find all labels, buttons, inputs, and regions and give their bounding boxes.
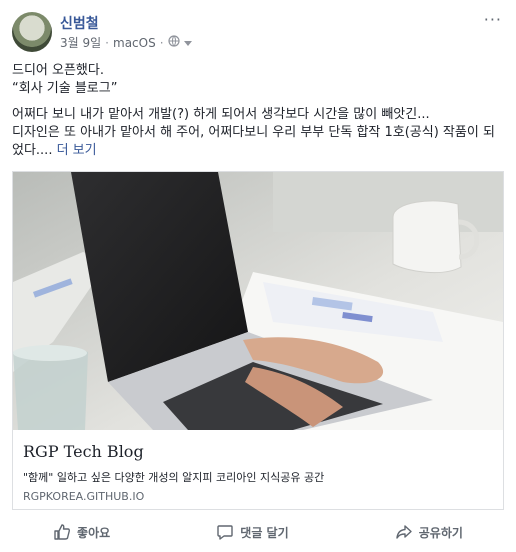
meta-separator: · xyxy=(105,35,109,50)
share-button[interactable]: 공유하기 xyxy=(395,523,463,541)
comment-button[interactable]: 댓글 달기 xyxy=(216,523,289,541)
see-more-link[interactable]: 더 보기 xyxy=(57,143,97,158)
like-label: 좋아요 xyxy=(77,525,111,540)
like-button[interactable]: 좋아요 xyxy=(53,523,110,541)
post-meta: 3월 9일 · macOS · xyxy=(60,34,192,51)
post-via[interactable]: macOS xyxy=(113,36,156,50)
link-description: "함께" 일하고 싶은 다양한 개성의 알지피 코리아인 지식공유 공간 xyxy=(23,471,325,484)
post-line-2: “회사 기술 블로그” xyxy=(12,81,118,96)
post-line-4: 디자인은 또 아내가 맡아서 해 주어, 어쩌다보니 우리 부부 단독 합작 1… xyxy=(12,125,495,140)
share-icon xyxy=(395,523,413,541)
link-preview[interactable]: RGP Tech Blog "함께" 일하고 싶은 다양한 개성의 알지피 코리… xyxy=(12,171,504,510)
more-options-icon[interactable]: ··· xyxy=(484,10,502,29)
link-title[interactable]: RGP Tech Blog xyxy=(23,442,144,461)
post-line-3: 어쩌다 보니 내가 맡아서 개발(?) 하게 되어서 생각보다 시간을 많이 빼… xyxy=(12,107,430,122)
comment-label: 댓글 달기 xyxy=(240,525,289,540)
comment-icon xyxy=(216,523,234,541)
author-name[interactable]: 신범철 xyxy=(60,13,99,33)
post-actions: 좋아요 댓글 달기 공유하기 xyxy=(0,514,516,550)
privacy-chevron-down-icon[interactable] xyxy=(183,36,192,50)
globe-icon[interactable] xyxy=(167,35,180,50)
post-line-1: 드디어 오픈했다. xyxy=(12,63,104,78)
avatar[interactable] xyxy=(12,12,52,52)
post-line-5: 었다.... 더 보기 xyxy=(12,142,502,160)
meta-separator-2: · xyxy=(159,35,164,50)
thumbs-up-icon xyxy=(53,523,71,541)
post-date[interactable]: 3월 9일 xyxy=(60,34,101,51)
link-preview-info[interactable]: RGP Tech Blog "함께" 일하고 싶은 다양한 개성의 알지피 코리… xyxy=(13,430,503,509)
post-text: 드디어 오픈했다. “회사 기술 블로그” 어쩌다 보니 내가 맡아서 개발(?… xyxy=(12,62,502,160)
share-label: 공유하기 xyxy=(418,525,463,540)
post-line-5-text: 었다.... xyxy=(12,143,53,158)
link-preview-image[interactable] xyxy=(13,172,503,430)
link-domain: RGPKOREA.GITHUB.IO xyxy=(23,490,145,503)
post-card: 신범철 3월 9일 · macOS · ··· 드디어 오픈했다. “회사 기술… xyxy=(0,0,516,552)
